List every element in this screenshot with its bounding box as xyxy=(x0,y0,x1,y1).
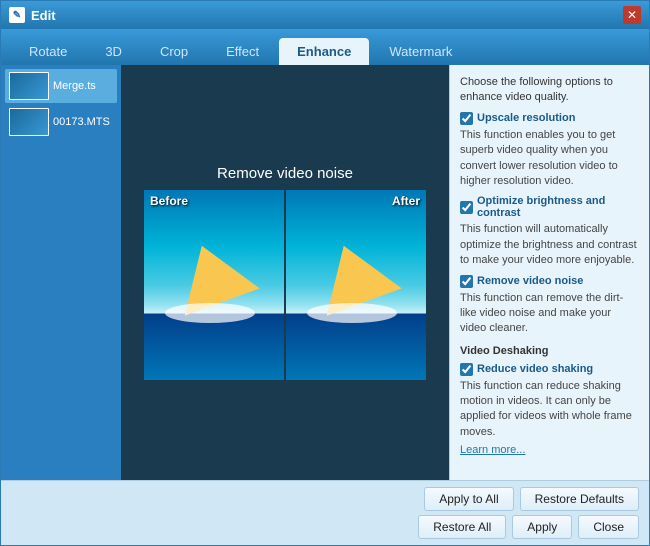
tab-3d[interactable]: 3D xyxy=(87,38,140,65)
desc-upscale: This function enables you to get superb … xyxy=(460,128,639,190)
window-title: Edit xyxy=(31,8,56,23)
bottom-bar-top: Apply to All Restore Defaults xyxy=(11,487,639,511)
main-preview: Remove video noise Before After xyxy=(121,65,449,480)
preview-images: Before After xyxy=(131,190,439,380)
checkbox-brightness-row: Optimize brightness and contrast xyxy=(460,195,639,219)
checkbox-brightness[interactable] xyxy=(460,201,473,214)
preview-before: Before xyxy=(144,190,284,380)
label-noise: Remove video noise xyxy=(477,275,583,287)
checkbox-upscale[interactable] xyxy=(460,112,473,125)
close-button[interactable]: Close xyxy=(578,515,639,539)
tab-crop[interactable]: Crop xyxy=(142,38,206,65)
window-icon: ✎ xyxy=(9,7,25,23)
file-thumb-merge xyxy=(9,72,49,100)
right-panel: Choose the following options to enhance … xyxy=(449,65,649,480)
tab-effect[interactable]: Effect xyxy=(208,38,277,65)
tab-rotate[interactable]: Rotate xyxy=(11,38,85,65)
apply-button[interactable]: Apply xyxy=(512,515,572,539)
bottom-bar: Apply to All Restore Defaults Restore Al… xyxy=(1,480,649,545)
label-before: Before xyxy=(150,194,188,208)
deshaking-title: Video Deshaking xyxy=(460,345,639,357)
left-panel: Merge.ts 00173.MTS xyxy=(1,65,121,480)
desc-brightness: This function will automatically optimiz… xyxy=(460,222,639,268)
intro-text: Choose the following options to enhance … xyxy=(460,75,639,106)
surf-image-after xyxy=(286,190,426,380)
file-thumb-mts xyxy=(9,108,49,136)
edit-window: ✎ Edit ✕ Rotate 3D Crop Effect Enhance W… xyxy=(0,0,650,546)
restore-defaults-button[interactable]: Restore Defaults xyxy=(520,487,639,511)
checkbox-shaking[interactable] xyxy=(460,363,473,376)
label-after: After xyxy=(392,194,420,208)
title-bar: ✎ Edit ✕ xyxy=(1,1,649,29)
restore-all-button[interactable]: Restore All xyxy=(418,515,506,539)
nav-tabs: Rotate 3D Crop Effect Enhance Watermark xyxy=(1,29,649,65)
file-name-mts: 00173.MTS xyxy=(53,116,110,128)
file-name-merge: Merge.ts xyxy=(53,80,96,92)
title-bar-left: ✎ Edit xyxy=(9,7,56,23)
file-item-mts[interactable]: 00173.MTS xyxy=(5,105,117,139)
preview-title: Remove video noise xyxy=(217,165,353,182)
content-area: Merge.ts 00173.MTS Remove video noise Be… xyxy=(1,65,649,480)
tab-watermark[interactable]: Watermark xyxy=(371,38,470,65)
apply-to-all-button[interactable]: Apply to All xyxy=(424,487,513,511)
checkbox-shaking-row: Reduce video shaking xyxy=(460,363,639,376)
close-window-button[interactable]: ✕ xyxy=(623,6,641,24)
checkbox-noise-row: Remove video noise xyxy=(460,275,639,288)
desc-noise: This function can remove the dirt-like v… xyxy=(460,291,639,337)
label-shaking: Reduce video shaking xyxy=(477,363,593,375)
label-brightness: Optimize brightness and contrast xyxy=(477,195,639,219)
checkbox-upscale-row: Upscale resolution xyxy=(460,112,639,125)
desc-shaking: This function can reduce shaking motion … xyxy=(460,379,639,441)
learn-more-link[interactable]: Learn more... xyxy=(460,444,525,456)
preview-after: After xyxy=(286,190,426,380)
tab-enhance[interactable]: Enhance xyxy=(279,38,369,65)
bottom-bar-bottom: Restore All Apply Close xyxy=(11,515,639,539)
label-upscale: Upscale resolution xyxy=(477,112,575,124)
checkbox-noise[interactable] xyxy=(460,275,473,288)
file-item-merge[interactable]: Merge.ts xyxy=(5,69,117,103)
surf-image-before xyxy=(144,190,284,380)
